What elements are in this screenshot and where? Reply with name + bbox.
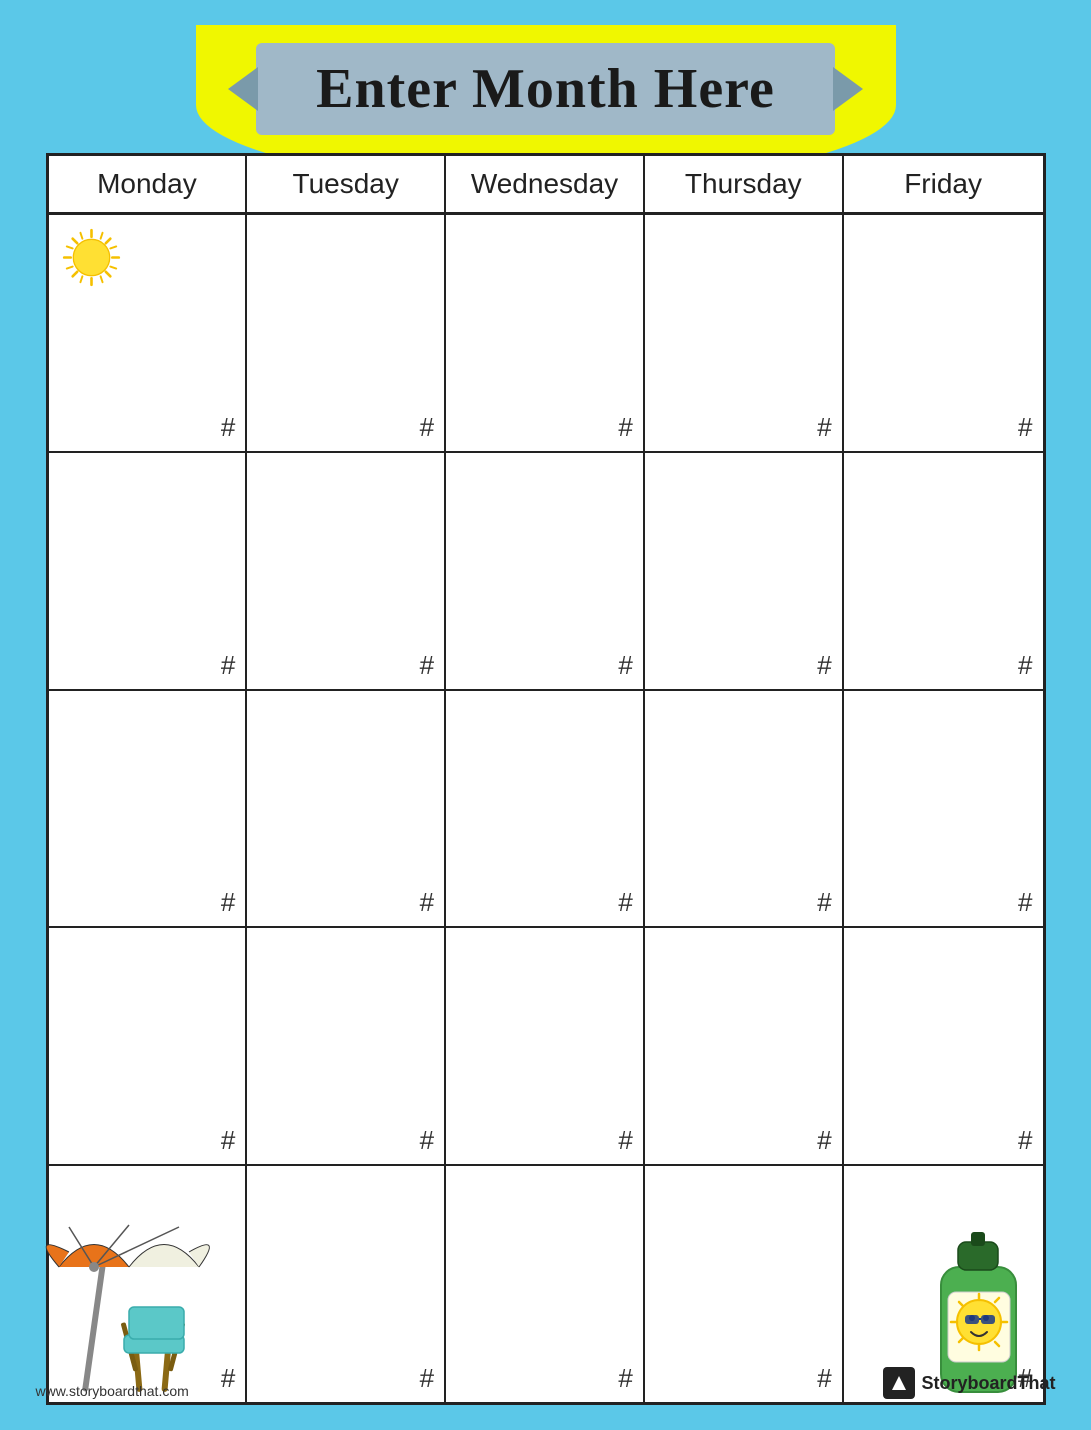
calendar-body: # # # # # # xyxy=(49,215,1043,1402)
cell-number-1-3[interactable]: # xyxy=(618,412,632,443)
day-header-tuesday: Tuesday xyxy=(247,156,446,212)
cell-number-3-3[interactable]: # xyxy=(618,887,632,918)
cell-2-3[interactable]: # xyxy=(446,453,645,689)
cell-number-3-5[interactable]: # xyxy=(1018,887,1032,918)
day-header-thursday: Thursday xyxy=(645,156,844,212)
cell-number-4-5[interactable]: # xyxy=(1018,1125,1032,1156)
cell-number-4-4[interactable]: # xyxy=(817,1125,831,1156)
cell-1-2[interactable]: # xyxy=(247,215,446,451)
footer-area: www.storyboardthat.com StoryboardThat xyxy=(26,1367,1066,1399)
cell-1-4[interactable]: # xyxy=(645,215,844,451)
day-header-friday: Friday xyxy=(844,156,1043,212)
calendar-header-row: Monday Tuesday Wednesday Thursday Friday xyxy=(49,156,1043,215)
cell-number-3-1[interactable]: # xyxy=(221,887,235,918)
cell-4-1[interactable]: # xyxy=(49,928,248,1164)
cell-number-4-1[interactable]: # xyxy=(221,1125,235,1156)
cell-4-2[interactable]: # xyxy=(247,928,446,1164)
brand-logo-icon xyxy=(883,1367,915,1399)
cell-number-4-2[interactable]: # xyxy=(420,1125,434,1156)
cell-4-5[interactable]: # xyxy=(844,928,1043,1164)
cell-number-2-5[interactable]: # xyxy=(1018,650,1032,681)
cell-4-4[interactable]: # xyxy=(645,928,844,1164)
cell-2-5[interactable]: # xyxy=(844,453,1043,689)
cell-2-2[interactable]: # xyxy=(247,453,446,689)
cell-1-3[interactable]: # xyxy=(446,215,645,451)
cell-3-5[interactable]: # xyxy=(844,691,1043,927)
cell-number-2-1[interactable]: # xyxy=(221,650,235,681)
cell-number-2-3[interactable]: # xyxy=(618,650,632,681)
cell-number-2-4[interactable]: # xyxy=(817,650,831,681)
cell-number-1-1[interactable]: # xyxy=(221,412,235,443)
day-header-wednesday: Wednesday xyxy=(446,156,645,212)
cell-number-1-5[interactable]: # xyxy=(1018,412,1032,443)
cell-3-1[interactable]: # xyxy=(49,691,248,927)
banner-left-tail xyxy=(228,67,258,111)
cell-number-3-2[interactable]: # xyxy=(420,887,434,918)
cell-number-3-4[interactable]: # xyxy=(817,887,831,918)
cell-3-3[interactable]: # xyxy=(446,691,645,927)
page-title[interactable]: Enter Month Here xyxy=(316,57,775,121)
brand-label: StoryboardThat xyxy=(921,1373,1055,1394)
day-header-monday: Monday xyxy=(49,156,248,212)
cell-1-1[interactable]: # xyxy=(49,215,248,451)
calendar-row-3: # # # # # xyxy=(49,691,1043,929)
cell-3-2[interactable]: # xyxy=(247,691,446,927)
page-container: Enter Month Here Monday Tuesday Wednesda… xyxy=(26,25,1066,1405)
cell-number-1-2[interactable]: # xyxy=(420,412,434,443)
cell-number-2-2[interactable]: # xyxy=(420,650,434,681)
cell-1-5[interactable]: # xyxy=(844,215,1043,451)
cell-number-4-3[interactable]: # xyxy=(618,1125,632,1156)
cell-3-4[interactable]: # xyxy=(645,691,844,927)
cell-4-3[interactable]: # xyxy=(446,928,645,1164)
cell-2-1[interactable]: # xyxy=(49,453,248,689)
calendar-grid: Monday Tuesday Wednesday Thursday Friday xyxy=(46,153,1046,1405)
cell-2-4[interactable]: # xyxy=(645,453,844,689)
banner-right-tail xyxy=(833,67,863,111)
header-area: Enter Month Here xyxy=(26,43,1066,135)
cell-number-1-4[interactable]: # xyxy=(817,412,831,443)
brand-area: StoryboardThat xyxy=(883,1367,1055,1399)
title-banner: Enter Month Here xyxy=(256,43,835,135)
calendar-row-2: # # # # # xyxy=(49,453,1043,691)
calendar-row-4: # # # # # xyxy=(49,928,1043,1166)
website-label: www.storyboardthat.com xyxy=(36,1383,189,1399)
sun-icon xyxy=(59,225,124,295)
calendar-row-1: # # # # # xyxy=(49,215,1043,453)
